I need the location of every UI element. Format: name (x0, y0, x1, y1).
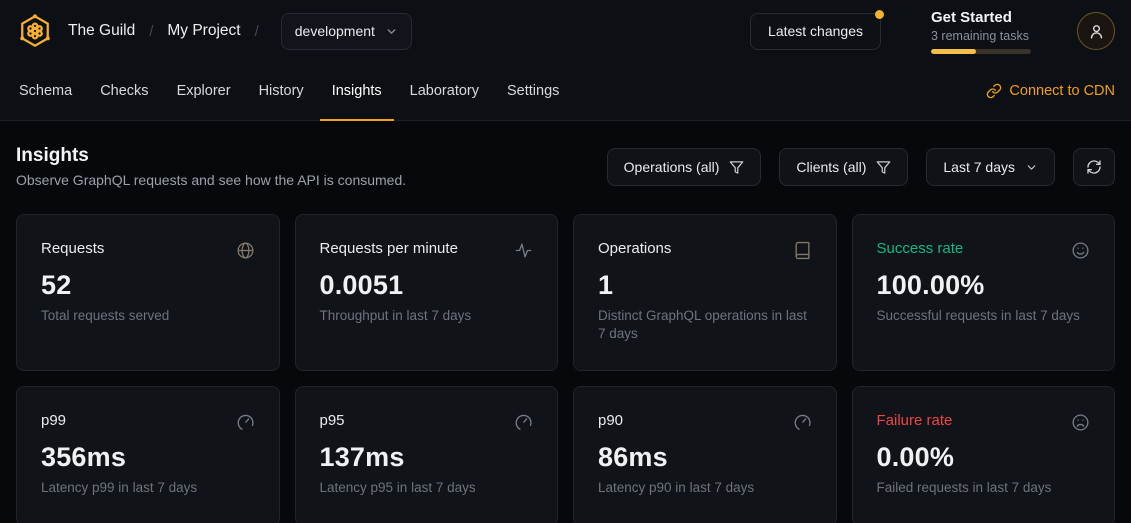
card-description: Successful requests in last 7 days (877, 307, 1091, 325)
card-title: p95 (320, 412, 345, 429)
chevron-down-icon (1025, 161, 1038, 174)
chevron-down-icon (385, 25, 398, 38)
clients-filter-button[interactable]: Clients (all) (779, 148, 908, 186)
connect-to-cdn-label: Connect to CDN (1009, 83, 1115, 99)
person-icon (1088, 23, 1105, 40)
date-range-select[interactable]: Last 7 days (926, 148, 1055, 186)
smile-icon (1071, 241, 1090, 260)
activity-icon (514, 241, 533, 260)
environment-select-value: development (295, 23, 375, 39)
refresh-button[interactable] (1073, 148, 1115, 186)
tab-laboratory[interactable]: Laboratory (398, 62, 491, 121)
card-description: Latency p90 in last 7 days (598, 479, 812, 497)
page-subtitle: Observe GraphQL requests and see how the… (16, 172, 406, 188)
card-title: Failure rate (877, 412, 953, 429)
page-title: Insights (16, 145, 406, 167)
operations-filter-button[interactable]: Operations (all) (607, 148, 762, 186)
card-title: Requests (41, 240, 104, 257)
card-title: p90 (598, 412, 623, 429)
tab-insights[interactable]: Insights (320, 62, 394, 121)
tab-settings[interactable]: Settings (495, 62, 571, 121)
date-range-value: Last 7 days (943, 159, 1015, 175)
get-started-widget[interactable]: Get Started 3 remaining tasks (931, 9, 1031, 54)
tab-checks[interactable]: Checks (88, 62, 160, 121)
card-title: Requests per minute (320, 240, 458, 257)
card-value: 52 (41, 270, 255, 301)
operations-filter-label: Operations (all) (624, 159, 720, 175)
card-description: Total requests served (41, 307, 255, 325)
stat-card-p99: p99 356ms Latency p99 in last 7 days (16, 386, 280, 523)
gauge-icon (793, 413, 812, 432)
card-value: 1 (598, 270, 812, 301)
stat-card-failure-rate: Failure rate 0.00% Failed requests in la… (852, 386, 1116, 523)
card-value: 356ms (41, 442, 255, 473)
stat-card-operations: Operations 1 Distinct GraphQL operations… (573, 214, 837, 371)
stat-card-requests-per-minute: Requests per minute 0.0051 Throughput in… (295, 214, 559, 371)
card-value: 0.00% (877, 442, 1091, 473)
card-description: Latency p95 in last 7 days (320, 479, 534, 497)
stats-grid: Requests 52 Total requests served Reques… (16, 214, 1115, 523)
get-started-title: Get Started (931, 9, 1031, 27)
card-value: 0.0051 (320, 270, 534, 301)
tab-explorer[interactable]: Explorer (165, 62, 243, 121)
stat-card-requests: Requests 52 Total requests served (16, 214, 280, 371)
card-value: 86ms (598, 442, 812, 473)
card-value: 100.00% (877, 270, 1091, 301)
primary-nav: Schema Checks Explorer History Insights … (0, 62, 1131, 121)
frown-icon (1071, 413, 1090, 432)
tab-schema[interactable]: Schema (7, 62, 84, 121)
guild-logo[interactable] (16, 12, 54, 50)
filter-funnel-icon (876, 160, 891, 175)
card-description: Failed requests in last 7 days (877, 479, 1091, 497)
card-title: p99 (41, 412, 66, 429)
globe-icon (236, 241, 255, 260)
get-started-subtitle: 3 remaining tasks (931, 29, 1031, 43)
breadcrumb-separator: / (149, 23, 153, 40)
connect-to-cdn-link[interactable]: Connect to CDN (986, 62, 1115, 120)
link-icon (986, 83, 1002, 99)
clients-filter-label: Clients (all) (796, 159, 866, 175)
card-description: Distinct GraphQL operations in last 7 da… (598, 307, 812, 343)
top-header: The Guild / My Project / development Lat… (0, 0, 1131, 62)
get-started-progress-fill (931, 49, 976, 54)
latest-changes-button[interactable]: Latest changes (750, 13, 881, 50)
breadcrumb-separator: / (255, 23, 259, 40)
refresh-icon (1086, 159, 1102, 175)
gauge-icon (236, 413, 255, 432)
breadcrumb-org[interactable]: The Guild (68, 22, 135, 40)
card-description: Latency p99 in last 7 days (41, 479, 255, 497)
stat-card-p90: p90 86ms Latency p90 in last 7 days (573, 386, 837, 523)
latest-changes-label: Latest changes (768, 23, 863, 39)
card-value: 137ms (320, 442, 534, 473)
breadcrumb-project[interactable]: My Project (167, 22, 240, 40)
book-icon (793, 241, 812, 260)
insights-page: Insights Observe GraphQL requests and se… (0, 121, 1131, 523)
card-title: Operations (598, 240, 671, 257)
filter-funnel-icon (729, 160, 744, 175)
card-description: Throughput in last 7 days (320, 307, 534, 325)
environment-select[interactable]: development (281, 13, 412, 50)
gauge-icon (514, 413, 533, 432)
card-title: Success rate (877, 240, 964, 257)
notification-dot (875, 10, 884, 19)
tab-history[interactable]: History (247, 62, 316, 121)
stat-card-success-rate: Success rate 100.00% Successful requests… (852, 214, 1116, 371)
user-avatar[interactable] (1077, 12, 1115, 50)
stat-card-p95: p95 137ms Latency p95 in last 7 days (295, 386, 559, 523)
get-started-progress-track (931, 49, 1031, 54)
